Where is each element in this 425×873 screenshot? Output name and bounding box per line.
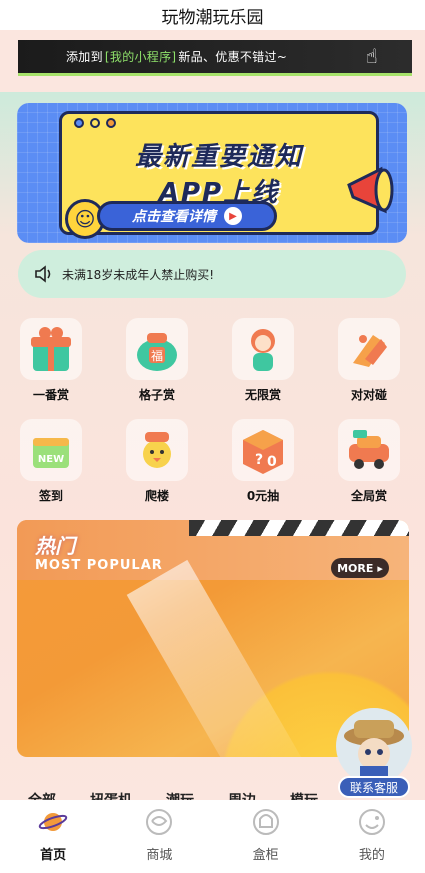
announcement-banner[interactable]: 最新重要通知 APP上线 ☺ 点击查看详情 ▶ bbox=[17, 103, 407, 243]
tab-label: 商城 bbox=[146, 848, 173, 863]
view-details-label: 点击查看详情 bbox=[132, 209, 216, 225]
light-beam bbox=[126, 559, 318, 757]
duck-icon bbox=[126, 419, 188, 481]
tab-store[interactable]: 商城 bbox=[106, 800, 212, 873]
svg-text:NEW: NEW bbox=[38, 454, 64, 465]
figure-icon bbox=[232, 318, 294, 380]
cs-avatar bbox=[336, 708, 412, 784]
category-label: 爬楼 bbox=[144, 489, 169, 503]
category-duiduipeng[interactable]: 对对碰 bbox=[329, 318, 409, 403]
mystery-box-icon: ? 0 bbox=[232, 419, 294, 481]
more-label: MORE bbox=[337, 561, 374, 575]
tab-home[interactable]: 首页 bbox=[0, 800, 106, 873]
mp-suffix: 新品、优惠不错过~ bbox=[178, 50, 288, 64]
category-gezishang[interactable]: 福 格子赏 bbox=[117, 318, 197, 403]
tab-label: 首页 bbox=[40, 848, 67, 863]
hand-icon bbox=[338, 318, 400, 380]
more-button[interactable]: MORE ▸ bbox=[331, 558, 389, 578]
category-label: 签到 bbox=[38, 489, 63, 503]
banner-headline: 最新重要通知 bbox=[134, 142, 303, 172]
film-stripes bbox=[189, 520, 409, 536]
planet-icon bbox=[37, 806, 69, 838]
svg-text:0: 0 bbox=[267, 454, 277, 470]
svg-text:?: ? bbox=[255, 452, 263, 468]
svg-text:福: 福 bbox=[151, 348, 163, 363]
category-label: 对对碰 bbox=[350, 388, 387, 402]
hot-subtitle: MOST POPULAR bbox=[35, 558, 163, 573]
category-label: 一番赏 bbox=[32, 388, 69, 402]
gift-box-icon bbox=[20, 318, 82, 380]
category-palou[interactable]: 爬楼 bbox=[117, 419, 197, 504]
category-wuxianshang[interactable]: 无限赏 bbox=[223, 318, 303, 403]
tab-box-cabinet[interactable]: 盒柜 bbox=[213, 800, 319, 873]
notice-text: 未满18岁未成年人禁止购买! bbox=[62, 267, 215, 282]
category-label: 0元抽 bbox=[246, 489, 280, 503]
category-quanjushang[interactable]: 全局赏 bbox=[329, 419, 409, 504]
page-title-text: 玩物潮玩乐园 bbox=[161, 7, 264, 28]
customer-service-button[interactable]: 联系客服 bbox=[334, 708, 414, 798]
car-icon bbox=[338, 419, 400, 481]
window-dots-icon bbox=[74, 118, 116, 128]
category-yifanshang[interactable]: 一番赏 bbox=[11, 318, 91, 403]
megaphone-icon bbox=[347, 166, 394, 214]
hot-title: 热门 bbox=[35, 534, 75, 558]
store-icon bbox=[143, 806, 175, 838]
speaker-icon bbox=[35, 265, 51, 283]
view-details-button[interactable]: 点击查看详情 ▶ bbox=[97, 201, 277, 231]
profile-icon bbox=[356, 806, 388, 838]
lucky-bag-icon: 福 bbox=[126, 318, 188, 380]
mp-highlight: [我的小程序] bbox=[104, 50, 177, 64]
play-icon: ▶ bbox=[224, 207, 242, 225]
pointer-hand-icon: ☝ bbox=[365, 44, 378, 68]
tab-label: 盒柜 bbox=[252, 848, 279, 863]
category-qiandao[interactable]: NEW 签到 bbox=[11, 419, 91, 504]
mp-prefix: 添加到 bbox=[66, 50, 103, 64]
add-mini-program-bar[interactable]: 添加到 [我的小程序] 新品、优惠不错过~ ☝ bbox=[18, 40, 412, 76]
play-icon: ▸ bbox=[377, 561, 383, 575]
calendar-icon: NEW bbox=[20, 419, 82, 481]
tab-label: 我的 bbox=[358, 848, 385, 863]
box-cabinet-icon bbox=[250, 806, 282, 838]
category-label: 无限赏 bbox=[244, 388, 281, 402]
category-label: 格子赏 bbox=[138, 388, 175, 402]
tab-profile[interactable]: 我的 bbox=[319, 800, 425, 873]
cs-label: 联系客服 bbox=[338, 776, 410, 798]
category-lingyuanchou[interactable]: ? 0 0元抽 bbox=[223, 419, 303, 504]
age-restriction-notice: 未满18岁未成年人禁止购买! bbox=[18, 250, 406, 298]
category-label: 全局赏 bbox=[350, 489, 387, 503]
page-title: 玩物潮玩乐园 bbox=[0, 0, 425, 30]
bottom-tabbar: 首页 商城 盒柜 我的 bbox=[0, 800, 425, 873]
